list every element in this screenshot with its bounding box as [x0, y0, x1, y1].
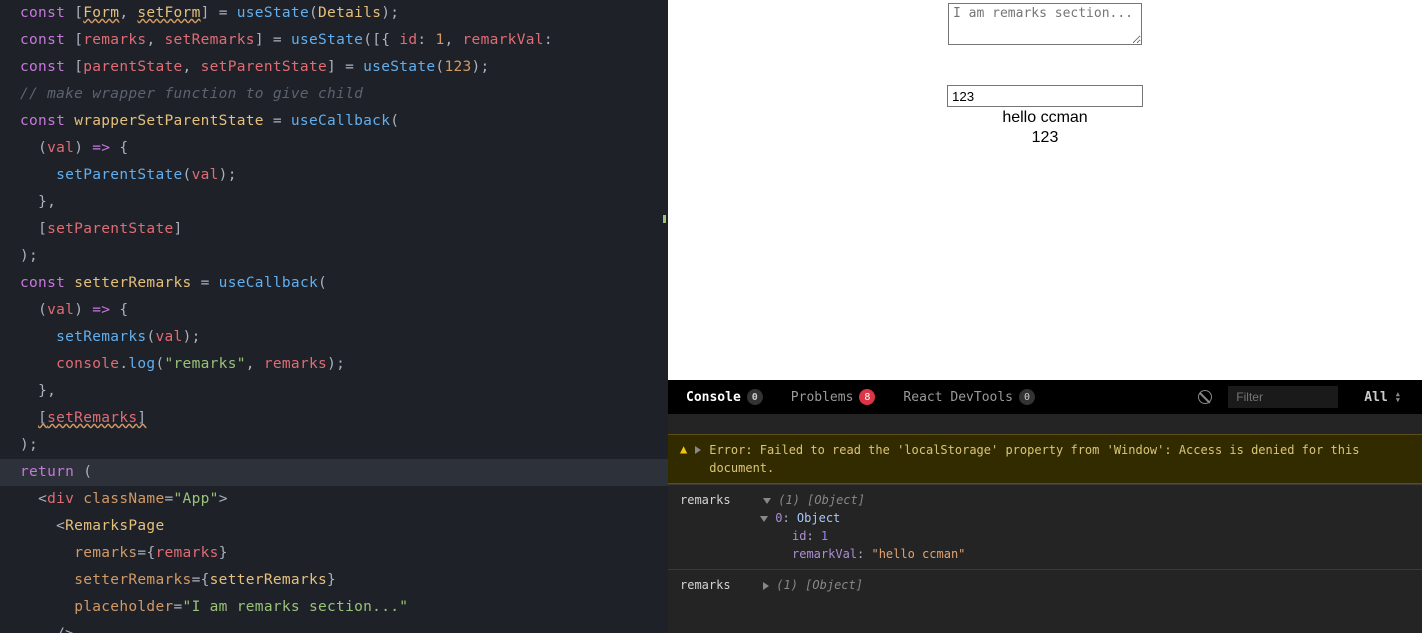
code-line: const wrapperSetParentState = useCallbac…: [20, 108, 648, 135]
tab-console[interactable]: Console 0: [680, 385, 769, 409]
code-line: console.log("remarks", remarks);: [20, 351, 648, 378]
disclosure-icon[interactable]: [695, 446, 701, 454]
tab-console-label: Console: [686, 390, 741, 405]
warning-icon: ▲: [680, 441, 687, 456]
tab-problems-label: Problems: [791, 390, 854, 405]
warning-message: Error: Failed to read the 'localStorage'…: [709, 441, 1410, 477]
code-line-active: return (: [0, 459, 668, 486]
prop-id-val: 1: [821, 529, 828, 543]
number-text: 123: [1032, 129, 1059, 147]
code-line: (val) => {: [20, 297, 648, 324]
disclosure-right-icon[interactable]: [763, 582, 769, 590]
code-line: setParentState(val);: [20, 162, 648, 189]
select-arrows-icon: ▲▼: [1396, 391, 1400, 403]
devtools-panel: Console 0 Problems 8 React DevTools 0 Al…: [668, 380, 1422, 633]
code-line: (val) => {: [20, 135, 648, 162]
console-warning-row: ▲ Error: Failed to read the 'localStorag…: [668, 434, 1422, 484]
code-line: },: [20, 378, 648, 405]
devtools-tabs: Console 0 Problems 8 React DevTools 0 Al…: [668, 380, 1422, 414]
code-line: />: [20, 621, 648, 633]
tab-react-label: React DevTools: [903, 390, 1013, 405]
code-line: // make wrapper function to give child: [20, 81, 648, 108]
code-line: remarks={remarks}: [20, 540, 648, 567]
prop-remarkval-val: "hello ccman": [871, 547, 965, 561]
code-line: );: [20, 432, 648, 459]
code-editor-pane[interactable]: const [Form, setForm] = useState(Details…: [0, 0, 668, 633]
prop-remarkval-key: remarkVal: [792, 547, 857, 561]
parent-state-input[interactable]: [947, 85, 1143, 107]
disclosure-down-icon[interactable]: [763, 498, 771, 504]
code-line: const [Form, setForm] = useState(Details…: [20, 0, 648, 27]
clear-console-icon[interactable]: [1198, 390, 1212, 404]
prop-id-key: id: [792, 529, 806, 543]
hello-text: hello ccman: [1002, 109, 1087, 127]
code-line: const [remarks, setRemarks] = useState([…: [20, 27, 648, 54]
right-pane: hello ccman 123 Console 0 Problems 8 Rea…: [668, 0, 1422, 633]
console-count-badge: 0: [747, 389, 763, 405]
code-line: [setRemarks]: [20, 405, 648, 432]
code-line: setRemarks(val);: [20, 324, 648, 351]
disclosure-down-icon[interactable]: [760, 516, 768, 522]
console-filter-input[interactable]: [1228, 386, 1338, 408]
code-line: const [parentState, setParentState] = us…: [20, 54, 648, 81]
console-body[interactable]: ... ▲ Error: Failed to read the 'localSt…: [668, 414, 1422, 633]
code-line: },: [20, 189, 648, 216]
code-line: );: [20, 243, 648, 270]
remarks-textarea[interactable]: [948, 3, 1142, 45]
gutter-indicator: [663, 215, 666, 223]
code-line: placeholder="I am remarks section...": [20, 594, 648, 621]
console-row-truncated: ...: [668, 414, 1422, 434]
tab-react-devtools[interactable]: React DevTools 0: [897, 385, 1041, 409]
code-editor[interactable]: const [Form, setForm] = useState(Details…: [0, 0, 668, 633]
log-label: remarks: [680, 493, 731, 507]
object-type: Object: [797, 511, 840, 525]
code-line: const setterRemarks = useCallback(: [20, 270, 648, 297]
log-summary: (1) [Object]: [776, 578, 863, 592]
log-summary: (1) [Object]: [778, 493, 865, 507]
code-line: <div className="App">: [20, 486, 648, 513]
log-level-select[interactable]: All ▲▼: [1354, 390, 1410, 405]
log-level-label: All: [1364, 390, 1387, 405]
log-label: remarks: [680, 578, 731, 592]
code-line: setterRemarks={setterRemarks}: [20, 567, 648, 594]
code-line: [setParentState]: [20, 216, 648, 243]
problems-count-badge: 8: [859, 389, 875, 405]
app-preview: hello ccman 123: [668, 0, 1422, 380]
console-log-row: remarks (1) [Object] 0: Object id: 1 rem…: [668, 484, 1422, 569]
react-count-badge: 0: [1019, 389, 1035, 405]
code-line: <RemarksPage: [20, 513, 648, 540]
tab-problems[interactable]: Problems 8: [785, 385, 882, 409]
console-log-row: remarks (1) [Object]: [668, 569, 1422, 600]
